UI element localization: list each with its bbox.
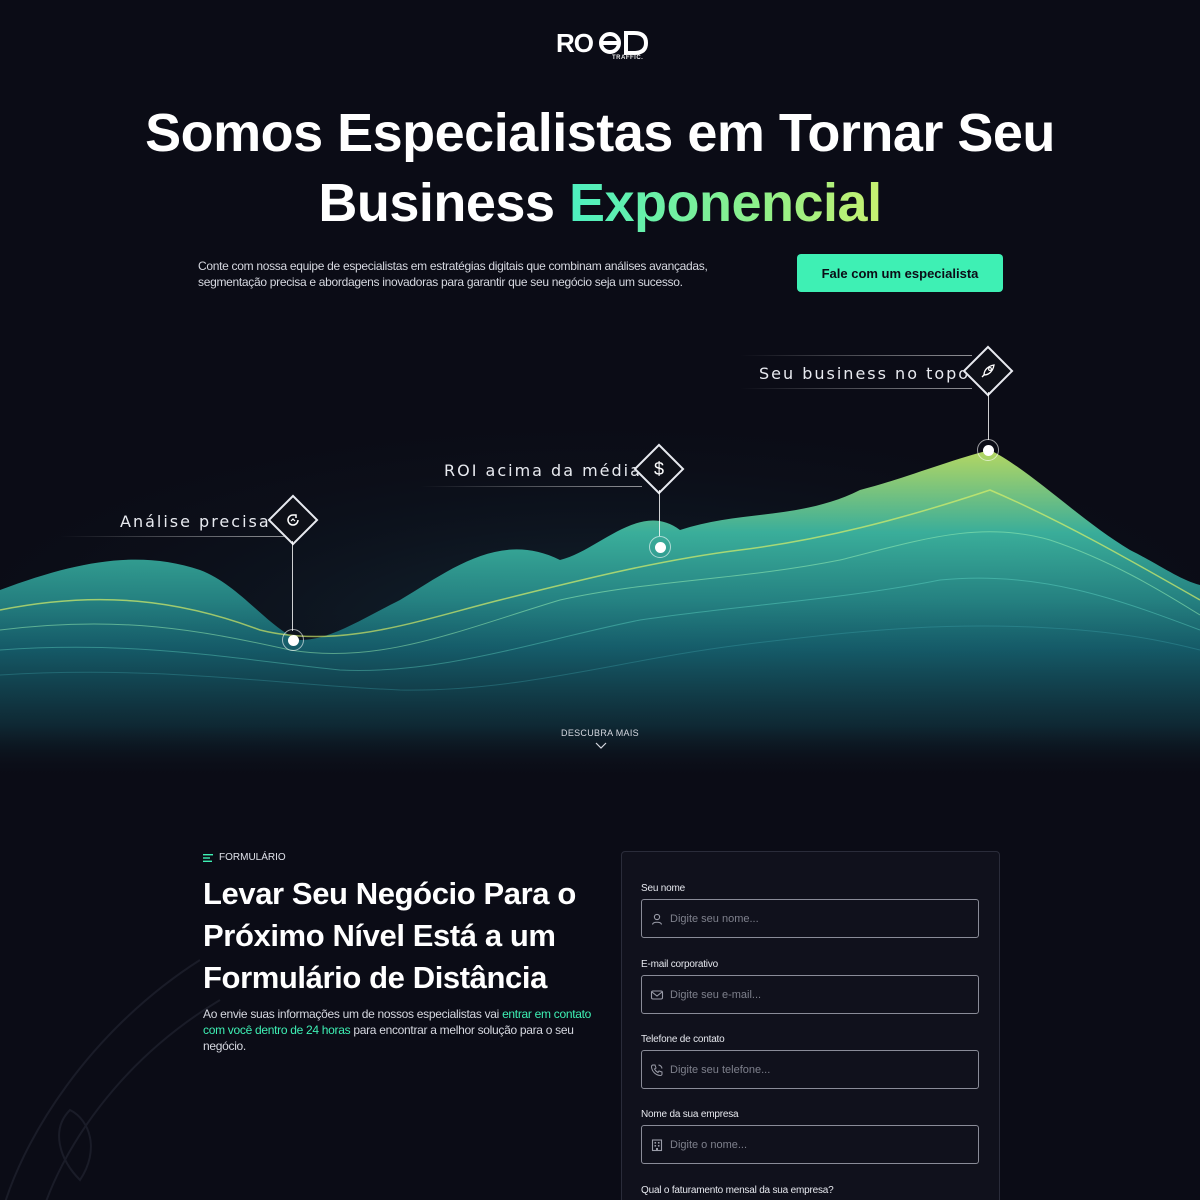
brand-logo-sub: TRAFFIC. xyxy=(612,55,644,61)
section-tag-label: FORMULÁRIO xyxy=(219,852,286,863)
form-section-description: Ao envie suas informações um de nossos e… xyxy=(203,1006,598,1054)
form-section-title: Levar Seu Negócio Para o Próximo Nível E… xyxy=(203,876,576,995)
marker-line-analise xyxy=(60,536,290,537)
section-tag: FORMULÁRIO xyxy=(203,852,286,863)
desc-part1: Ao envie suas informações um de nossos e… xyxy=(203,1007,503,1021)
phone-field[interactable] xyxy=(641,1050,979,1089)
hero-description: Conte com nossa equipe de especialistas … xyxy=(198,259,708,289)
contact-specialist-button[interactable]: Fale com um especialista xyxy=(797,254,1003,292)
marker-label-analise: Análise precisa xyxy=(120,512,271,531)
name-field-label: Seu nome xyxy=(641,883,685,894)
marker-line-roi xyxy=(420,486,642,487)
landing-page: RO TRAFFIC. Somos Especialistas em Torna… xyxy=(0,0,1200,1200)
marker-line-topo xyxy=(740,388,972,389)
email-field-label: E-mail corporativo xyxy=(641,959,718,970)
name-input[interactable] xyxy=(670,912,970,925)
chart-refresh-icon xyxy=(275,502,311,538)
phone-field-label: Telefone de contato xyxy=(641,1034,725,1045)
discover-more-label[interactable]: DESCUBRA MAIS xyxy=(0,728,1200,738)
mail-icon xyxy=(650,989,664,1000)
marker-label-roi: ROI acima da média xyxy=(444,461,642,480)
wave-mountain-illustration xyxy=(0,400,1200,780)
name-field[interactable] xyxy=(641,899,979,938)
hero-title-line1: Somos Especialistas em Tornar Seu xyxy=(145,103,1055,163)
chevron-down-icon[interactable] xyxy=(595,742,607,750)
marker-stem-analise xyxy=(292,541,293,631)
svg-text:RO: RO xyxy=(556,28,594,58)
marker-stem-topo xyxy=(988,392,989,440)
marker-line-topo-upper xyxy=(740,355,972,356)
revenue-field-label: Qual o faturamento mensal da sua empresa… xyxy=(641,1185,834,1196)
company-field-label: Nome da sua empresa xyxy=(641,1109,739,1120)
user-icon xyxy=(651,913,663,925)
phone-icon xyxy=(650,1064,663,1076)
hero-title-accent: Exponencial xyxy=(569,173,882,233)
marker-label-topo: Seu business no topo xyxy=(759,364,971,383)
hero-title-line2: Business xyxy=(318,173,569,233)
phone-input[interactable] xyxy=(670,1063,970,1076)
hero-title: Somos Especialistas em Tornar Seu Busine… xyxy=(0,98,1200,238)
lines-icon xyxy=(203,853,213,862)
marker-stem-roi xyxy=(659,490,660,536)
marker-node-analise xyxy=(282,629,304,651)
marker-node-roi xyxy=(649,536,671,558)
building-icon xyxy=(651,1138,663,1151)
rocket-icon xyxy=(970,353,1006,389)
email-input[interactable] xyxy=(670,988,970,1001)
dollar-icon: $ xyxy=(653,458,664,479)
marker-node-topo xyxy=(977,439,999,461)
company-field[interactable] xyxy=(641,1125,979,1164)
company-input[interactable] xyxy=(670,1138,970,1151)
email-field[interactable] xyxy=(641,975,979,1014)
